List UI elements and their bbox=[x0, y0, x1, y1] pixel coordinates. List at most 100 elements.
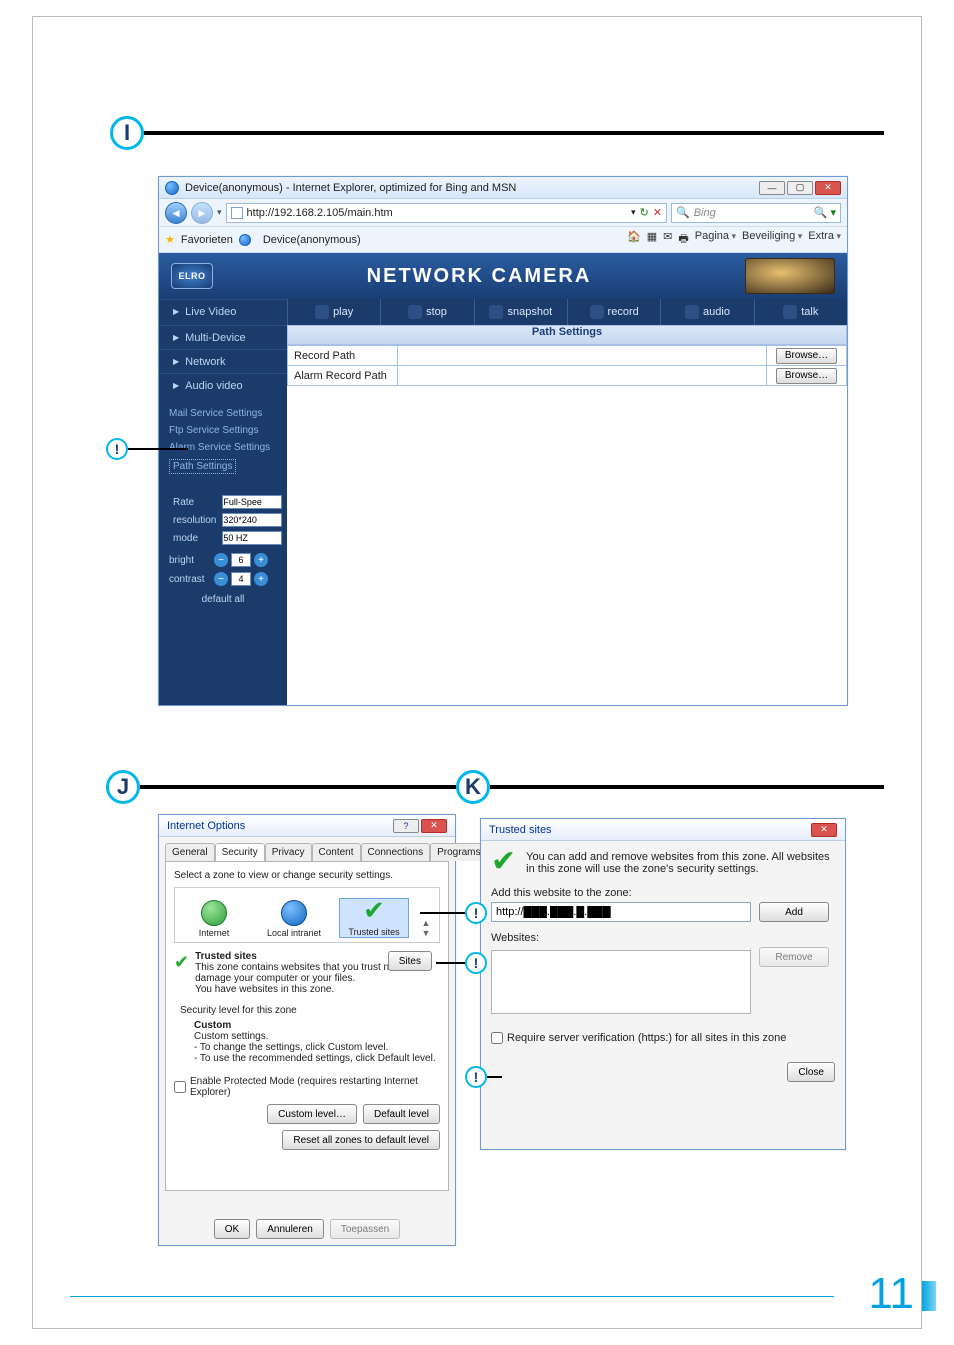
tab-title[interactable]: Device(anonymous) bbox=[263, 234, 361, 246]
favorites-star-icon[interactable]: ★ bbox=[165, 233, 175, 246]
contrast-minus[interactable]: − bbox=[214, 572, 228, 586]
home-icon[interactable]: 🏠 bbox=[627, 230, 641, 249]
callout-bang-https: ! bbox=[465, 1066, 487, 1088]
close-button[interactable]: ✕ bbox=[811, 823, 837, 837]
dialog-title: Internet Options bbox=[167, 820, 245, 832]
sidebar-live-video[interactable]: Live Video bbox=[159, 299, 287, 323]
tab-programs[interactable]: Programs bbox=[430, 843, 487, 861]
address-bar[interactable]: http://192.168.2.105/main.htm ▾ ↻ ✕ bbox=[226, 203, 667, 223]
sidebar-audio-video[interactable]: Audio video bbox=[159, 373, 287, 397]
custom-level-button[interactable]: Custom level… bbox=[267, 1104, 357, 1124]
contrast-plus[interactable]: + bbox=[254, 572, 268, 586]
alarm-path-field[interactable] bbox=[398, 366, 767, 386]
sidebar-network[interactable]: Network bbox=[159, 349, 287, 373]
remove-button[interactable]: Remove bbox=[759, 947, 829, 967]
bright-minus[interactable]: − bbox=[214, 553, 228, 567]
sites-button[interactable]: Sites bbox=[388, 951, 432, 971]
tab-security[interactable]: Security bbox=[215, 843, 265, 861]
page-bar bbox=[922, 1281, 936, 1311]
record-path-field[interactable] bbox=[398, 346, 767, 366]
trusted-sites-dialog: Trusted sites ✕ ✔ You can add and remove… bbox=[480, 818, 846, 1150]
reset-all-button[interactable]: Reset all zones to default level bbox=[282, 1130, 440, 1150]
add-button[interactable]: Add bbox=[759, 902, 829, 922]
close-button[interactable]: ✕ bbox=[815, 181, 841, 195]
help-button[interactable]: ? bbox=[393, 819, 419, 833]
mail-icon[interactable]: ✉ bbox=[663, 230, 672, 249]
scroll-up[interactable]: ▲▼ bbox=[419, 918, 433, 938]
rate-select[interactable] bbox=[222, 495, 282, 509]
table-row: Record Path Browse… bbox=[288, 346, 847, 366]
check-icon: ✔ bbox=[174, 951, 189, 995]
snapshot-icon bbox=[489, 305, 503, 319]
talk-button[interactable]: talk bbox=[754, 299, 847, 325]
trusted-desc-2: You have websites in this zone. bbox=[195, 984, 334, 995]
add-website-input[interactable] bbox=[491, 902, 751, 922]
srv-mail[interactable]: Mail Service Settings bbox=[169, 405, 277, 422]
minimize-button[interactable]: — bbox=[759, 181, 785, 195]
path-settings-title: Path Settings bbox=[287, 325, 847, 345]
toolbar-pagina[interactable]: Pagina bbox=[695, 230, 736, 249]
stop-button[interactable]: stop bbox=[380, 299, 473, 325]
stop-icon bbox=[408, 305, 422, 319]
toolbar-extra[interactable]: Extra bbox=[808, 230, 841, 249]
search-box[interactable]: 🔍 Bing 🔍 ▾ bbox=[671, 203, 841, 223]
websites-list[interactable] bbox=[491, 950, 751, 1014]
trusted-heading: Trusted sites bbox=[195, 951, 257, 962]
search-placeholder: Bing bbox=[694, 207, 716, 219]
cancel-button[interactable]: Annuleren bbox=[256, 1219, 324, 1239]
rate-label: Rate bbox=[171, 494, 218, 510]
snapshot-button[interactable]: snapshot bbox=[474, 299, 567, 325]
require-https-checkbox[interactable] bbox=[491, 1032, 503, 1044]
maximize-button[interactable]: ▢ bbox=[787, 181, 813, 195]
srv-ftp[interactable]: Ftp Service Settings bbox=[169, 422, 277, 439]
page-icon bbox=[231, 207, 243, 219]
table-row: Alarm Record Path Browse… bbox=[288, 366, 847, 386]
tab-content[interactable]: Content bbox=[312, 843, 361, 861]
window-title: Device(anonymous) - Internet Explorer, o… bbox=[185, 182, 516, 194]
sidebar-multi-device[interactable]: Multi-Device bbox=[159, 325, 287, 349]
enable-protected-label: Enable Protected Mode (requires restarti… bbox=[190, 1076, 440, 1098]
srv-path-active[interactable]: Path Settings bbox=[169, 459, 236, 474]
footer-line bbox=[70, 1296, 834, 1297]
contrast-value[interactable] bbox=[231, 572, 251, 586]
audio-button[interactable]: audio bbox=[660, 299, 753, 325]
apply-button[interactable]: Toepassen bbox=[330, 1219, 400, 1239]
bright-value[interactable] bbox=[231, 553, 251, 567]
tab-connections[interactable]: Connections bbox=[361, 843, 431, 861]
default-all-link[interactable]: default all bbox=[169, 594, 277, 605]
zone-local-intranet[interactable]: Local intranet bbox=[259, 900, 329, 938]
brand-logo: ELRO bbox=[171, 263, 213, 289]
close-button[interactable]: ✕ bbox=[421, 819, 447, 833]
res-label: resolution bbox=[171, 512, 218, 528]
play-button[interactable]: play bbox=[287, 299, 380, 325]
record-path-browse[interactable]: Browse… bbox=[776, 348, 837, 364]
internet-options-dialog: Internet Options ? ✕ General Security Pr… bbox=[158, 814, 456, 1246]
enable-protected-checkbox[interactable] bbox=[174, 1081, 186, 1093]
tab-icon bbox=[239, 234, 251, 246]
callout-bang-sites: ! bbox=[465, 952, 487, 974]
intranet-icon bbox=[281, 900, 307, 926]
close-dialog-button[interactable]: Close bbox=[787, 1062, 835, 1082]
back-button[interactable]: ◄ bbox=[165, 202, 187, 224]
record-button[interactable]: record bbox=[567, 299, 660, 325]
toolbar-beveiliging[interactable]: Beveiliging bbox=[742, 230, 802, 249]
default-level-button[interactable]: Default level bbox=[363, 1104, 440, 1124]
ok-button[interactable]: OK bbox=[214, 1219, 250, 1239]
tab-general[interactable]: General bbox=[165, 843, 215, 861]
tab-privacy[interactable]: Privacy bbox=[265, 843, 312, 861]
bright-plus[interactable]: + bbox=[254, 553, 268, 567]
resolution-select[interactable] bbox=[222, 513, 282, 527]
mode-select[interactable] bbox=[222, 531, 282, 545]
zone-trusted-sites[interactable]: ✔Trusted sites bbox=[339, 898, 409, 938]
camera-image bbox=[745, 258, 835, 294]
add-website-label: Add this website to the zone: bbox=[491, 887, 835, 899]
feeds-icon[interactable]: ▦ bbox=[647, 230, 657, 249]
favorites-label[interactable]: Favorieten bbox=[181, 234, 233, 246]
alarm-path-browse[interactable]: Browse… bbox=[776, 368, 837, 384]
zone-internet[interactable]: Internet bbox=[179, 900, 249, 938]
print-icon[interactable]: 🖶 bbox=[678, 230, 688, 249]
contrast-label: contrast bbox=[169, 574, 211, 585]
zone-prompt: Select a zone to view or change security… bbox=[174, 870, 440, 881]
custom-heading: Custom bbox=[194, 1020, 231, 1031]
forward-button[interactable]: ► bbox=[191, 202, 213, 224]
